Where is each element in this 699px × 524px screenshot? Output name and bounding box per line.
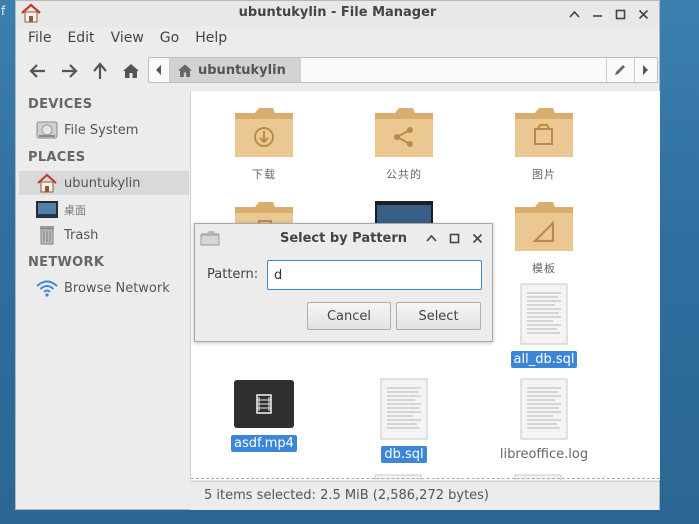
sidebar-heading-devices: DEVICES xyxy=(28,97,93,112)
sidebar-item-label: ubuntukylin xyxy=(64,175,141,191)
menu-bar: File Edit View Go Help xyxy=(16,27,659,51)
folder-templates-icon xyxy=(515,202,573,251)
arrow-right-icon xyxy=(62,64,78,78)
triangle-right-icon xyxy=(643,65,648,75)
file-name: 下载 xyxy=(252,168,276,181)
sidebar-item-ubuntukylin[interactable]: ubuntukylin xyxy=(19,171,189,195)
text-file-icon xyxy=(520,378,568,440)
desktop-edge-text: f xyxy=(1,4,6,18)
file-name: libreoffice.log xyxy=(499,447,589,462)
file-item-pictures[interactable]: 图片 xyxy=(489,105,599,183)
path-scroll-right-button[interactable] xyxy=(634,58,657,82)
menu-edit[interactable]: Edit xyxy=(59,27,102,51)
pencil-icon xyxy=(615,65,625,75)
pattern-label: Pattern: xyxy=(207,267,259,282)
status-text: 5 items selected: 2.5 MiB (2,586,272 byt… xyxy=(204,488,490,503)
close-icon xyxy=(638,9,649,19)
sidebar-item-file-system[interactable]: File System xyxy=(19,118,189,142)
window-maximize-button[interactable] xyxy=(609,4,632,24)
sidebar-item-label: Browse Network xyxy=(64,280,170,296)
sidebar-heading-network: NETWORK xyxy=(28,255,105,270)
file-item-libreoffice-log[interactable]: libreoffice.log xyxy=(489,378,599,463)
arrow-left-icon xyxy=(29,64,45,78)
sidebar-item-browse-network[interactable]: Browse Network xyxy=(19,276,189,300)
up-button[interactable] xyxy=(88,59,112,83)
select-button[interactable]: Select xyxy=(396,302,481,330)
maximize-icon xyxy=(449,233,460,243)
chevron-up-icon xyxy=(569,10,580,18)
wifi-icon xyxy=(36,280,58,297)
pattern-input[interactable] xyxy=(267,260,482,290)
folder-share-icon xyxy=(375,108,433,157)
select-by-pattern-dialog: Select by Pattern Pattern: Cancel Select xyxy=(194,223,493,342)
trash-icon xyxy=(40,226,54,245)
file-name: 图片 xyxy=(532,168,556,181)
chevron-up-icon xyxy=(426,234,437,242)
home-button[interactable] xyxy=(119,59,143,83)
file-item-templates[interactable]: 模板 xyxy=(489,199,599,277)
sidebar-heading-places: PLACES xyxy=(28,150,86,165)
dialog-close-button[interactable] xyxy=(466,229,489,247)
status-bar: 5 items selected: 2.5 MiB (2,586,272 byt… xyxy=(190,481,659,510)
path-edit-button[interactable] xyxy=(606,58,633,82)
window-close-button[interactable] xyxy=(632,4,655,24)
maximize-icon xyxy=(615,9,626,19)
file-item-db-sql[interactable]: db.sql xyxy=(349,378,459,463)
sidebar-item-label: Trash xyxy=(64,227,99,243)
back-button[interactable] xyxy=(26,59,50,83)
close-icon xyxy=(472,233,483,243)
forward-button[interactable] xyxy=(57,59,81,83)
home-icon xyxy=(123,64,139,78)
dialog-collapse-button[interactable] xyxy=(420,229,443,247)
sidebar-item-trash[interactable]: Trash xyxy=(19,223,189,247)
drive-icon xyxy=(36,121,58,139)
dialog-title-bar[interactable]: Select by Pattern xyxy=(195,224,492,252)
dialog-maximize-button[interactable] xyxy=(443,229,466,247)
window-minimize-button[interactable] xyxy=(586,4,609,24)
rubber-band-edge xyxy=(191,478,660,479)
menu-go[interactable]: Go xyxy=(152,27,187,51)
cancel-button[interactable]: Cancel xyxy=(307,302,391,330)
arrow-up-icon xyxy=(93,62,107,79)
file-name: 模板 xyxy=(532,262,556,275)
file-name: all_db.sql xyxy=(510,351,578,368)
sidebar: DEVICES File System PLACES ubuntukylin 桌… xyxy=(19,91,189,480)
text-file-icon xyxy=(514,474,562,480)
file-name: 公共的 xyxy=(386,168,422,181)
file-item-downloads[interactable]: 下载 xyxy=(209,105,319,183)
home-icon xyxy=(178,64,192,77)
title-bar[interactable]: ubuntukylin - File Manager xyxy=(16,1,659,27)
folder-downloads-icon xyxy=(235,108,293,157)
file-item-public[interactable]: 公共的 xyxy=(349,105,459,183)
home-icon xyxy=(37,173,57,193)
file-item-asdf-mp4[interactable]: asdf.mp4 xyxy=(209,379,319,452)
text-file-icon xyxy=(520,283,568,345)
path-crumb-home[interactable]: ubuntukylin xyxy=(170,58,301,82)
folder-pictures-icon xyxy=(515,108,573,157)
menu-view[interactable]: View xyxy=(103,27,152,51)
menu-file[interactable]: File xyxy=(20,27,59,51)
file-name: asdf.mp4 xyxy=(231,435,297,452)
desktop-icon xyxy=(36,201,58,218)
text-file-icon xyxy=(374,474,422,480)
video-file-icon xyxy=(234,380,294,428)
path-bar: ubuntukylin xyxy=(148,57,658,83)
window-collapse-button[interactable] xyxy=(563,4,586,24)
menu-help[interactable]: Help xyxy=(187,27,235,51)
file-item-all-db-sql[interactable]: all_db.sql xyxy=(489,283,599,368)
sidebar-item-label: File System xyxy=(64,122,139,138)
path-crumb-label: ubuntukylin xyxy=(198,62,286,78)
path-scroll-left-button[interactable] xyxy=(149,58,170,82)
sidebar-item-label: 桌面 xyxy=(64,204,86,217)
triangle-left-icon xyxy=(156,65,161,75)
sidebar-item-desktop[interactable]: 桌面 xyxy=(19,198,189,222)
file-name: db.sql xyxy=(381,446,427,463)
minimize-icon xyxy=(593,15,602,17)
text-file-icon xyxy=(380,378,428,440)
